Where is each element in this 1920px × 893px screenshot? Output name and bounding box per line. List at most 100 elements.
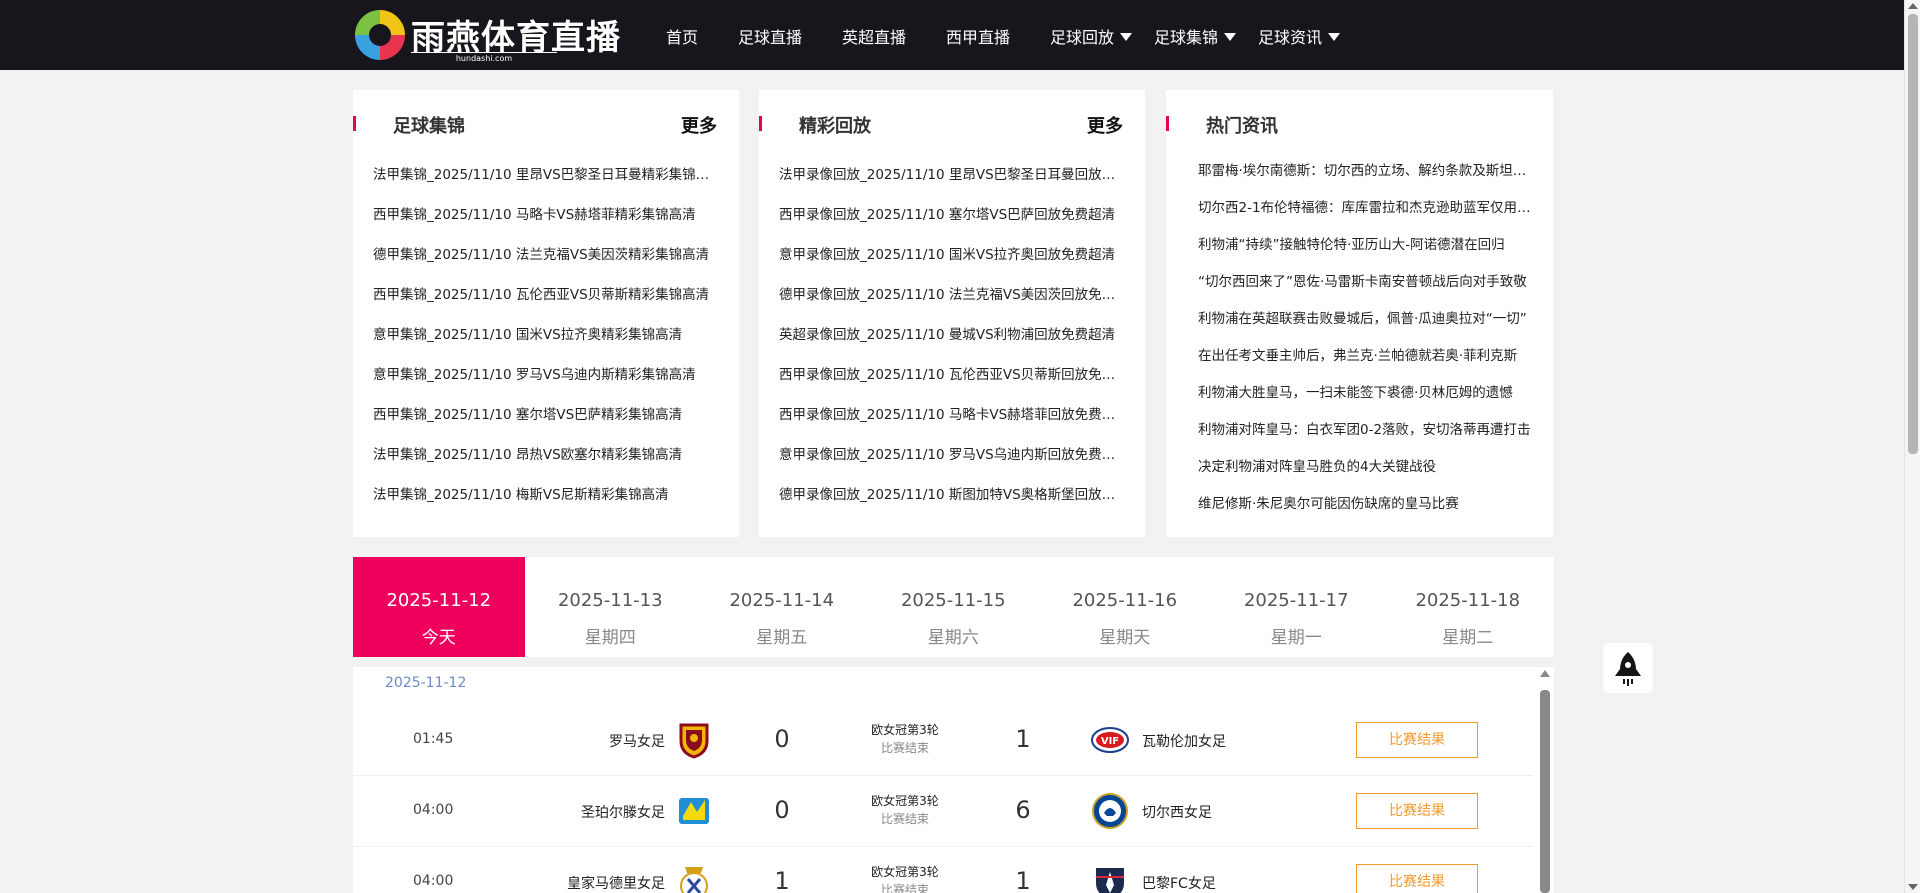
away-score: 1 bbox=[1015, 867, 1031, 893]
list-item[interactable]: 利物浦大胜皇马，一扫未能签下裘德·贝林厄姆的遗憾 bbox=[1198, 376, 1534, 413]
list-item[interactable]: 西甲录像回放_2025/11/10 马略卡VS赫塔菲回放免费超清 bbox=[779, 400, 1124, 440]
match-time: 01:45 bbox=[413, 731, 454, 747]
more-link[interactable]: 更多 bbox=[1087, 112, 1123, 138]
list-item[interactable]: 切尔西2-1布伦特福德：库库雷拉和杰克逊助蓝军仅用十人 bbox=[1198, 191, 1534, 228]
list-item[interactable]: 利物浦对阵皇马：白衣军团0-2落败，安切洛蒂再遭打击 bbox=[1198, 413, 1534, 450]
more-link[interactable]: 更多 bbox=[681, 112, 717, 138]
scrollbar-thumb[interactable] bbox=[1540, 690, 1550, 893]
tab-date: 2025-11-15 bbox=[900, 590, 1006, 611]
list-item[interactable]: 德甲集锦_2025/11/10 法兰克福VS美因茨精彩集锦高清 bbox=[373, 240, 718, 280]
schedule-date: 2025-11-12 bbox=[385, 675, 467, 691]
date-tab[interactable]: 2025-11-13 星期四 bbox=[525, 557, 697, 657]
list-item[interactable]: 意甲录像回放_2025/11/10 罗马VS乌迪内斯回放免费超清 bbox=[779, 440, 1124, 480]
nav-football-highlights[interactable]: 足球集锦 bbox=[1154, 24, 1237, 48]
tab-weekday: 今天 bbox=[421, 628, 456, 648]
home-team-badge-icon bbox=[675, 863, 713, 893]
nav-football-replay[interactable]: 足球回放 bbox=[1050, 24, 1133, 48]
date-tab[interactable]: 2025-11-16 星期天 bbox=[1039, 557, 1211, 657]
list-item[interactable]: 决定利物浦对阵皇马胜负的4大关键战役 bbox=[1198, 450, 1534, 487]
tab-date: 2025-11-16 bbox=[1072, 590, 1178, 611]
list-item[interactable]: 德甲录像回放_2025/11/10 斯图加特VS奥格斯堡回放免费超清 bbox=[779, 480, 1124, 520]
list-item[interactable]: 西甲集锦_2025/11/10 塞尔塔VS巴萨精彩集锦高清 bbox=[373, 400, 718, 440]
tab-date: 2025-11-18 bbox=[1415, 590, 1521, 611]
list-item[interactable]: “切尔西回来了”恩佐·马雷斯卡南安普顿战后向对手致敬 bbox=[1198, 265, 1534, 302]
home-team: 皇家马德里女足 bbox=[567, 876, 665, 892]
list-item[interactable]: 在出任考文垂主帅后，弗兰克·兰帕德就若奥·菲利克斯 bbox=[1198, 339, 1534, 376]
match-round: 欧女冠第3轮 bbox=[871, 865, 939, 879]
scrollbar-thumb[interactable] bbox=[1908, 14, 1918, 454]
home-score: 0 bbox=[774, 725, 790, 753]
match-schedule: 2025-11-12 01:45 罗马女足 0 欧女冠第3轮 比赛结束 1 VI… bbox=[353, 667, 1554, 893]
nav-home[interactable]: 首页 bbox=[666, 24, 698, 48]
list-item[interactable]: 法甲集锦_2025/11/10 昂热VS欧塞尔精彩集锦高清 bbox=[373, 440, 718, 480]
logo-domain: hundashi.com bbox=[411, 52, 557, 63]
list-item[interactable]: 英超录像回放_2025/11/10 曼城VS利物浦回放免费超清 bbox=[779, 320, 1124, 360]
tab-date: 2025-11-12 bbox=[386, 590, 492, 611]
date-tab[interactable]: 2025-11-17 星期一 bbox=[1211, 557, 1383, 657]
nav-football-news[interactable]: 足球资讯 bbox=[1258, 24, 1341, 48]
logo-swirl-icon bbox=[355, 10, 405, 60]
site-logo[interactable]: 雨燕体育直播 hundashi.com bbox=[355, 8, 620, 63]
tab-weekday: 星期一 bbox=[1270, 628, 1322, 648]
date-tab-today[interactable]: 2025-11-12 今天 bbox=[353, 557, 525, 657]
list-item[interactable]: 意甲集锦_2025/11/10 罗马VS乌迪内斯精彩集锦高清 bbox=[373, 360, 718, 400]
tab-date: 2025-11-14 bbox=[729, 590, 835, 611]
list-item[interactable]: 法甲集锦_2025/11/10 梅斯VS尼斯精彩集锦高清 bbox=[373, 480, 718, 520]
list-item[interactable]: 西甲集锦_2025/11/10 马略卡VS赫塔菲精彩集锦高清 bbox=[373, 200, 718, 240]
list-item[interactable]: 法甲集锦_2025/11/10 里昂VS巴黎圣日耳曼精彩集锦高清 bbox=[373, 160, 718, 200]
back-to-top-button[interactable] bbox=[1603, 643, 1653, 693]
list-item[interactable]: 意甲录像回放_2025/11/10 国米VS拉齐奥回放免费超清 bbox=[779, 240, 1124, 280]
schedule-scrollbar[interactable] bbox=[1538, 670, 1552, 893]
replays-list: 法甲录像回放_2025/11/10 里昂VS巴黎圣日耳曼回放免费超清 西甲录像回… bbox=[779, 160, 1124, 520]
nav-laliga-live[interactable]: 西甲直播 bbox=[946, 24, 1010, 48]
page-scrollbar[interactable] bbox=[1904, 0, 1920, 893]
away-team-badge-icon bbox=[1091, 792, 1129, 830]
chevron-down-icon bbox=[1328, 33, 1341, 41]
nav-premier-league-live[interactable]: 英超直播 bbox=[842, 24, 906, 48]
list-item[interactable]: 维尼修斯·朱尼奥尔可能因伤缺席的皇马比赛 bbox=[1198, 487, 1534, 524]
scroll-up-arrow-icon[interactable] bbox=[1908, 3, 1918, 9]
list-item[interactable]: 法甲录像回放_2025/11/10 里昂VS巴黎圣日耳曼回放免费超清 bbox=[779, 160, 1124, 200]
panel-title: 热门资讯 bbox=[1206, 116, 1278, 137]
tab-date: 2025-11-13 bbox=[557, 590, 663, 611]
list-item[interactable]: 西甲录像回放_2025/11/10 塞尔塔VS巴萨回放免费超清 bbox=[779, 200, 1124, 240]
list-item[interactable]: 利物浦在英超联赛击败曼城后，佩普·瓜迪奥拉对“一切” bbox=[1198, 302, 1534, 339]
match-result-button[interactable]: 比赛结果 bbox=[1356, 722, 1478, 758]
tab-weekday: 星期四 bbox=[584, 628, 636, 648]
list-item[interactable]: 德甲录像回放_2025/11/10 法兰克福VS美因茨回放免费超清 bbox=[779, 280, 1124, 320]
date-tab[interactable]: 2025-11-14 星期五 bbox=[696, 557, 868, 657]
list-item[interactable]: 西甲录像回放_2025/11/10 瓦伦西亚VS贝蒂斯回放免费超清 bbox=[779, 360, 1124, 400]
highlights-list: 法甲集锦_2025/11/10 里昂VS巴黎圣日耳曼精彩集锦高清 西甲集锦_20… bbox=[373, 160, 718, 520]
tab-weekday: 星期天 bbox=[1099, 628, 1151, 648]
match-status: 比赛结束 bbox=[880, 812, 929, 826]
list-item[interactable]: 意甲集锦_2025/11/10 国米VS拉齐奥精彩集锦高清 bbox=[373, 320, 718, 360]
panel-header: 足球集锦 更多 bbox=[353, 110, 739, 140]
date-tab[interactable]: 2025-11-18 星期二 bbox=[1382, 557, 1554, 657]
top-navigation-bar: 雨燕体育直播 hundashi.com 首页 足球直播 英超直播 西甲直播 足球… bbox=[0, 0, 1904, 70]
match-result-button[interactable]: 比赛结果 bbox=[1356, 864, 1478, 893]
match-row: 04:00 圣珀尔滕女足 0 欧女冠第3轮 比赛结束 6 切尔西女足 比赛结果 bbox=[353, 776, 1533, 847]
home-team-badge-icon bbox=[675, 792, 713, 830]
scroll-up-arrow-icon[interactable] bbox=[1540, 670, 1550, 677]
away-score: 1 bbox=[1015, 725, 1031, 753]
svg-text:VIF: VIF bbox=[1101, 736, 1119, 747]
chevron-down-icon bbox=[1120, 33, 1133, 41]
home-team: 圣珀尔滕女足 bbox=[581, 805, 665, 821]
highlights-panel: 足球集锦 更多 法甲集锦_2025/11/10 里昂VS巴黎圣日耳曼精彩集锦高清… bbox=[353, 90, 739, 537]
home-score: 1 bbox=[774, 867, 790, 893]
list-item[interactable]: 耶雷梅·埃尔南德斯：切尔西的立场、解约条款及斯坦福桥 bbox=[1198, 154, 1534, 191]
panel-header: 精彩回放 更多 bbox=[759, 110, 1145, 140]
nav-football-live[interactable]: 足球直播 bbox=[738, 24, 802, 48]
list-item[interactable]: 利物浦“持续”接触特伦特·亚历山大-阿诺德潜在回归 bbox=[1198, 228, 1534, 265]
match-result-button[interactable]: 比赛结果 bbox=[1356, 793, 1478, 829]
panel-title: 足球集锦 bbox=[393, 116, 465, 137]
home-team-badge-icon bbox=[675, 721, 713, 759]
list-item[interactable]: 西甲集锦_2025/11/10 瓦伦西亚VS贝蒂斯精彩集锦高清 bbox=[373, 280, 718, 320]
match-status: 比赛结束 bbox=[880, 883, 929, 893]
scroll-down-arrow-icon[interactable] bbox=[1908, 884, 1918, 890]
match-time: 04:00 bbox=[413, 873, 454, 889]
date-tab[interactable]: 2025-11-15 星期六 bbox=[868, 557, 1040, 657]
tab-weekday: 星期六 bbox=[927, 628, 979, 648]
away-score: 6 bbox=[1015, 796, 1031, 824]
away-team-badge-icon bbox=[1091, 863, 1129, 893]
